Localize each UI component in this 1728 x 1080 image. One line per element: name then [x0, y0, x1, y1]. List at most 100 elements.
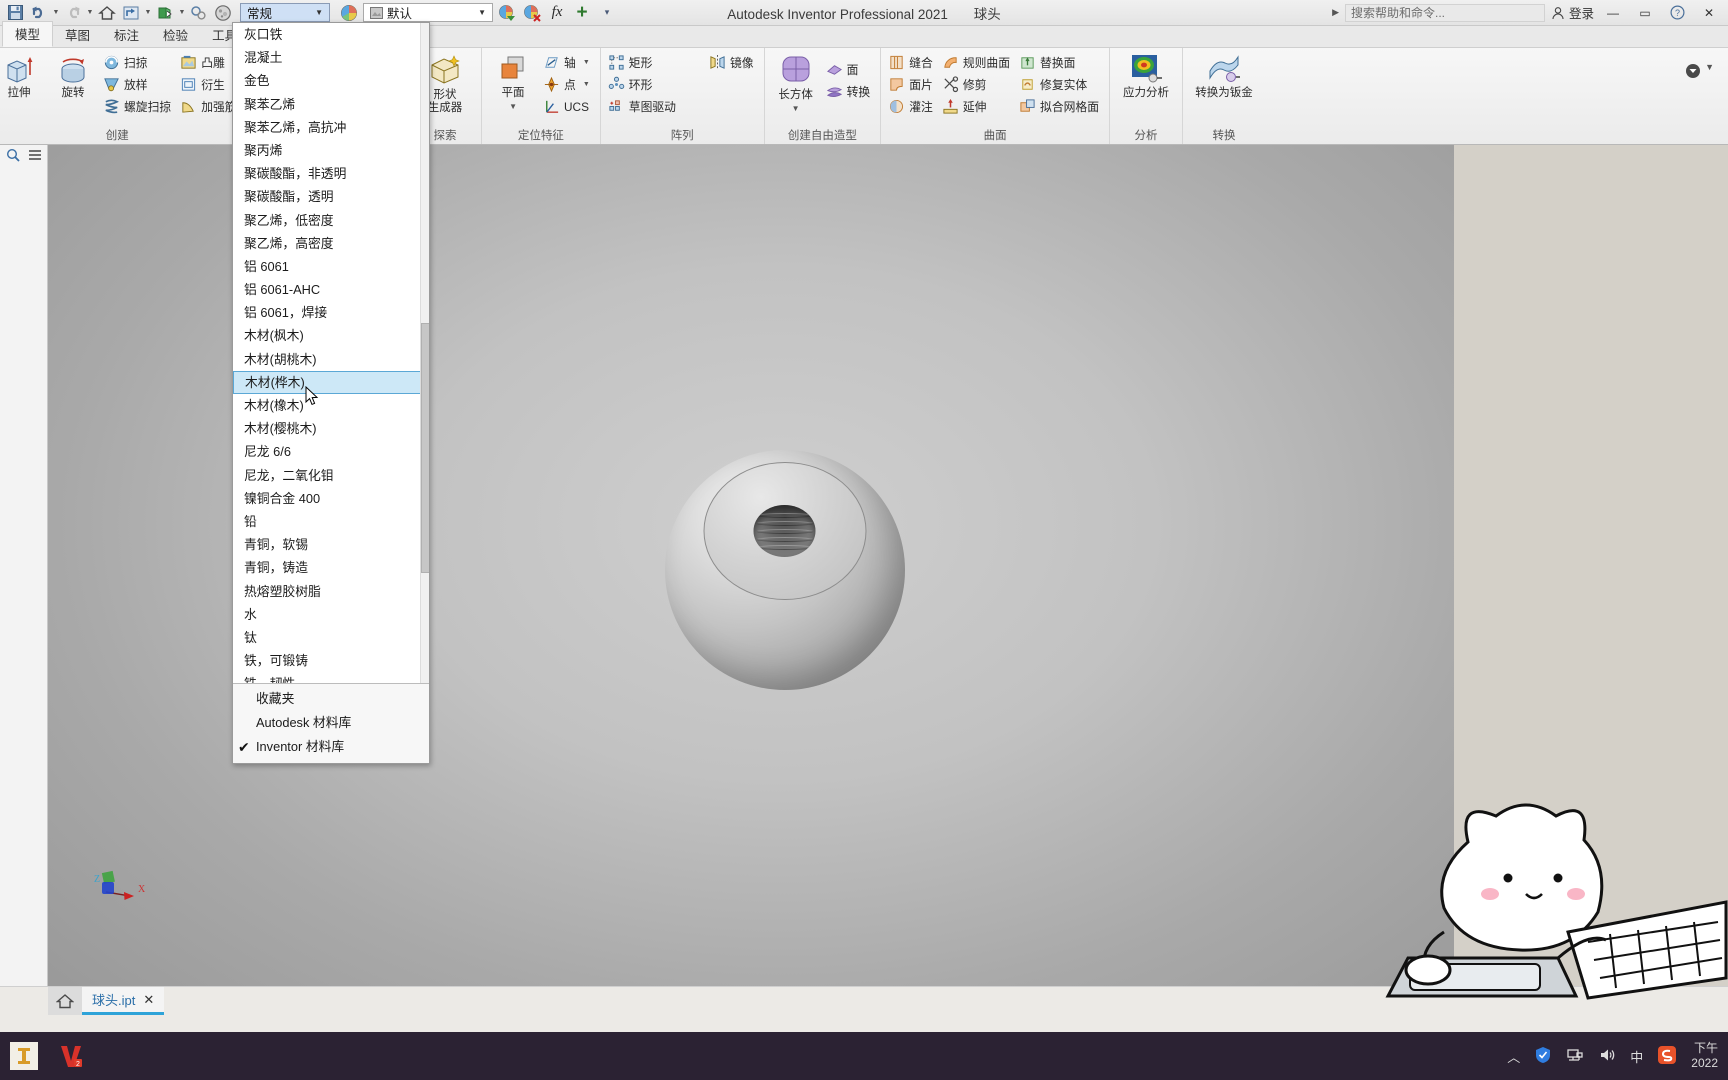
material-item[interactable]: 木材(胡桃木): [233, 348, 429, 371]
network-icon[interactable]: [1566, 1046, 1584, 1067]
appearance-sphere-icon[interactable]: [338, 2, 360, 24]
close-button[interactable]: ✕: [1696, 3, 1722, 23]
minimize-button[interactable]: —: [1600, 3, 1626, 23]
maximize-button[interactable]: ▭: [1632, 3, 1658, 23]
shield-icon[interactable]: [1534, 1046, 1552, 1067]
material-item[interactable]: 水: [233, 603, 429, 626]
dropdown-footer-autodesk-library[interactable]: Autodesk 材料库: [233, 711, 429, 735]
material-item[interactable]: 铝 6061-AHC: [233, 278, 429, 301]
material-item[interactable]: 铅: [233, 510, 429, 533]
plane-button[interactable]: 平面 ▼: [487, 51, 539, 113]
material-item[interactable]: 聚乙烯，低密度: [233, 209, 429, 232]
replace-face-button[interactable]: 替换面: [1017, 52, 1104, 73]
extend-button[interactable]: 延伸: [940, 96, 1015, 117]
ruled-surface-button[interactable]: 规则曲面: [940, 52, 1015, 73]
document-tab-active[interactable]: 球头.ipt ✕: [82, 987, 165, 1015]
close-icon[interactable]: ✕: [143, 992, 154, 1008]
freeform-face-button[interactable]: 面: [824, 59, 876, 80]
loft-button[interactable]: 放样: [101, 74, 176, 95]
model-sphere[interactable]: [664, 449, 905, 690]
appearance-combo[interactable]: 默认 ▼: [363, 3, 493, 22]
material-item[interactable]: 聚苯乙烯: [233, 93, 429, 116]
material-item[interactable]: 铁，韧性: [233, 672, 429, 683]
material-browser-icon[interactable]: [212, 2, 234, 24]
home-icon[interactable]: [96, 2, 118, 24]
material-item-selected[interactable]: 木材(桦木): [233, 370, 429, 394]
material-item[interactable]: 木材(樱桃木): [233, 417, 429, 440]
point-button[interactable]: 点 ▼: [541, 74, 595, 95]
freeform-box-button[interactable]: 长方体 ▼: [770, 51, 822, 115]
help-search-input[interactable]: 搜索帮助和命令...: [1344, 3, 1545, 22]
mirror-button[interactable]: 镜像: [707, 52, 759, 73]
more-icon[interactable]: ▾: [596, 2, 618, 24]
axis-button[interactable]: 轴 ▼: [541, 52, 595, 73]
stress-analysis-button[interactable]: 应力分析: [1115, 51, 1177, 100]
chevron-down-icon[interactable]: ▼: [311, 8, 327, 17]
stitch-button[interactable]: 缝合: [886, 52, 938, 73]
ime-indicator[interactable]: 中: [1630, 1047, 1643, 1066]
material-combo[interactable]: 常规 ▼: [240, 3, 330, 22]
ribbon-tab-inspect[interactable]: 检验: [151, 23, 200, 47]
taskbar-clock[interactable]: 下午 2022: [1691, 1041, 1718, 1071]
axis-dropdown-icon[interactable]: ▼: [583, 59, 590, 66]
material-item[interactable]: 尼龙，二氧化钼: [233, 464, 429, 487]
ribbon-overflow[interactable]: ▼: [1684, 48, 1728, 144]
chevron-down-icon[interactable]: ▼: [474, 8, 490, 17]
volume-icon[interactable]: [1598, 1046, 1616, 1067]
extrude-button[interactable]: 拉伸: [0, 51, 45, 100]
material-item[interactable]: 钛: [233, 626, 429, 649]
freeform-convert-button[interactable]: 转换: [824, 81, 876, 102]
material-item[interactable]: 木材(橡木): [233, 394, 429, 417]
material-item[interactable]: 聚苯乙烯，高抗冲: [233, 116, 429, 139]
inventor-taskbar-icon[interactable]: [0, 1034, 48, 1078]
ribbon-tab-annotate[interactable]: 标注: [102, 23, 151, 47]
dropdown-scrollbar-thumb[interactable]: [421, 323, 429, 573]
redo-icon[interactable]: [62, 2, 84, 24]
rectangular-pattern-button[interactable]: 矩形: [606, 52, 681, 73]
material-item[interactable]: 尼龙 6/6: [233, 440, 429, 463]
material-item[interactable]: 铝 6061，焊接: [233, 301, 429, 324]
update-dropdown-icon[interactable]: ▼: [178, 9, 186, 16]
sign-in-button[interactable]: 登录: [1551, 3, 1594, 22]
dropdown-footer-inventor-library[interactable]: ✔ Inventor 材料库: [233, 735, 429, 759]
point-dropdown-icon[interactable]: ▼: [583, 81, 590, 88]
material-item[interactable]: 铁，可锻铸: [233, 649, 429, 672]
revolve-button[interactable]: 旋转: [47, 51, 99, 100]
material-item[interactable]: 热熔塑胶树脂: [233, 580, 429, 603]
search-icon[interactable]: [6, 148, 20, 165]
sketch-driven-pattern-button[interactable]: 草图驱动: [606, 96, 681, 117]
chevron-up-icon[interactable]: ︿: [1507, 1047, 1520, 1066]
material-item[interactable]: 混凝土: [233, 46, 429, 69]
convert-sheetmetal-button[interactable]: 转换为钣金: [1188, 51, 1260, 100]
ribbon-tab-model[interactable]: 模型: [2, 21, 54, 47]
appearance-dropdown-icon[interactable]: [496, 2, 518, 24]
material-item[interactable]: 聚丙烯: [233, 139, 429, 162]
return-icon[interactable]: [120, 2, 142, 24]
sculpt-button[interactable]: 灌注: [886, 96, 938, 117]
material-dropdown-list[interactable]: 灰口铁 混凝土 金色 聚苯乙烯 聚苯乙烯，高抗冲 聚丙烯 聚碳酸酯，非透明 聚碳酸酯，透明 聚乙…: [232, 22, 430, 764]
circular-pattern-button[interactable]: 环形: [606, 74, 681, 95]
undo-dropdown-icon[interactable]: ▼: [52, 9, 60, 16]
return-dropdown-icon[interactable]: ▼: [144, 9, 152, 16]
clear-appearance-icon[interactable]: [521, 2, 543, 24]
ribbon-overflow-dropdown-icon[interactable]: ▼: [1705, 62, 1714, 72]
dropdown-footer-favorites[interactable]: 收藏夹: [233, 687, 429, 711]
dropdown-scrollbar[interactable]: [420, 23, 429, 683]
sogou-icon[interactable]: [1657, 1045, 1677, 1068]
redo-dropdown-icon[interactable]: ▼: [86, 9, 94, 16]
sweep-button[interactable]: 扫掠: [101, 52, 176, 73]
material-dropdown-scroll-area[interactable]: 灰口铁 混凝土 金色 聚苯乙烯 聚苯乙烯，高抗冲 聚丙烯 聚碳酸酯，非透明 聚碳酸酯，透明 聚乙…: [233, 23, 429, 683]
repair-body-button[interactable]: 修复实体: [1017, 74, 1104, 95]
material-item[interactable]: 木材(枫木): [233, 324, 429, 347]
freeform-box-dropdown-icon[interactable]: ▼: [792, 102, 800, 115]
material-item[interactable]: 青铜，铸造: [233, 556, 429, 579]
fx-icon[interactable]: fx: [546, 2, 568, 24]
select-icon[interactable]: [188, 2, 210, 24]
material-item[interactable]: 聚乙烯，高密度: [233, 232, 429, 255]
coil-button[interactable]: 螺旋扫掠: [101, 96, 176, 117]
wps-taskbar-icon[interactable]: 2: [48, 1034, 96, 1078]
material-item[interactable]: 聚碳酸酯，透明: [233, 185, 429, 208]
material-item[interactable]: 灰口铁: [233, 23, 429, 46]
patch-button[interactable]: 面片: [886, 74, 938, 95]
ribbon-tab-sketch[interactable]: 草图: [53, 23, 102, 47]
